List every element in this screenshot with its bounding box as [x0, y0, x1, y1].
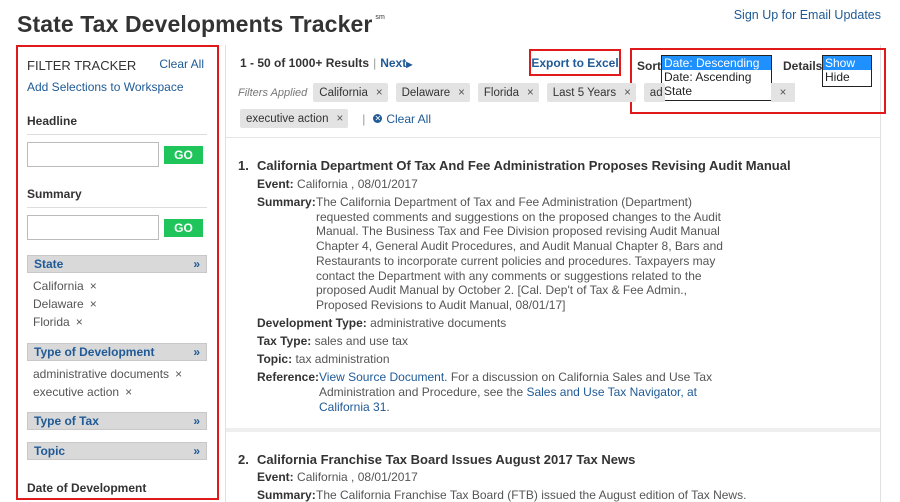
caret-right-icon: ▶ [406, 60, 413, 69]
result-title[interactable]: California Franchise Tax Board Issues Au… [257, 452, 635, 467]
filters-applied-label: Filters Applied [238, 86, 308, 99]
result-tax-type: Tax Type: sales and use tax [257, 334, 408, 348]
filter-chip: ad [643, 83, 665, 102]
remove-filter-icon[interactable]: × [771, 83, 795, 102]
sort-details-highlight: Sort Date: Descending Date: Ascending St… [630, 48, 886, 114]
result-item: 1. California Department Of Tax And Fee … [238, 158, 791, 414]
sort-option[interactable]: Date: Ascending [662, 70, 771, 84]
remove-filter-icon[interactable]: × [458, 87, 465, 99]
facet-value: administrative documents × [33, 367, 183, 381]
summary-go-button[interactable]: GO [164, 218, 203, 237]
export-to-excel-link[interactable]: Export to Excel [531, 56, 618, 70]
date-of-development-label[interactable]: Date of Development [27, 481, 207, 495]
filter-chip: executive action × [240, 109, 349, 128]
headline-label: Headline [27, 114, 207, 135]
results-count: 1 - 50 of 1000+ Results [240, 56, 370, 70]
facet-value: California × [33, 279, 97, 293]
sort-option[interactable]: Date: Descending [662, 56, 771, 70]
result-number: 2. [238, 452, 249, 467]
facet-value: executive action × [33, 385, 133, 399]
next-page-link[interactable]: Next▶ [380, 56, 412, 70]
results-panel: 1 - 50 of 1000+ Results | Next▶ Export to … [225, 45, 886, 502]
remove-icon[interactable]: × [125, 385, 132, 399]
result-event: Event: California , 08/01/2017 [257, 177, 418, 191]
remove-icon[interactable]: × [76, 315, 83, 329]
remove-icon[interactable]: × [175, 367, 182, 381]
filter-tracker-title: FILTER TRACKER [27, 58, 137, 73]
result-event: Event: California , 08/01/2017 [257, 470, 418, 484]
remove-icon[interactable]: × [90, 279, 97, 293]
result-number: 1. [238, 158, 249, 173]
summary-input[interactable] [27, 215, 159, 240]
result-item: 2. California Franchise Tax Board Issues… [238, 452, 747, 502]
facet-type-of-development[interactable]: Type of Development » [27, 343, 207, 361]
details-select[interactable]: Show Hide [822, 55, 872, 87]
facet-type-of-tax[interactable]: Type of Tax » [27, 412, 207, 430]
divider [226, 137, 880, 138]
results-pagination: 1 - 50 of 1000+ Results | Next▶ [240, 56, 413, 70]
view-source-link[interactable]: View Source Document. [319, 370, 448, 384]
clear-all-filters-link[interactable]: ✕ Clear All [373, 112, 431, 126]
page-title: State Tax Developments Tracker sm [17, 11, 385, 37]
sidebar-clear-all-link[interactable]: Clear All [159, 57, 204, 71]
applied-filters-row2: executive action × | ✕ Clear All [240, 109, 431, 128]
chevron-right-icon: » [193, 257, 200, 271]
details-option[interactable]: Show [823, 56, 871, 70]
chevron-right-icon: » [193, 444, 200, 458]
filter-chip: Last 5 Years × [546, 83, 636, 102]
filter-sidebar: FILTER TRACKER Clear All Add Selections … [16, 45, 219, 500]
facet-label: Type of Development [34, 345, 155, 359]
remove-icon[interactable]: × [90, 297, 97, 311]
close-circle-icon: ✕ [373, 114, 383, 123]
summary-label: Summary [27, 187, 207, 208]
sort-option[interactable]: State [662, 84, 771, 98]
headline-input[interactable] [27, 142, 159, 167]
sort-select[interactable]: Date: Descending Date: Ascending State [661, 55, 772, 101]
details-option[interactable]: Hide [823, 70, 871, 84]
sort-label: Sort [637, 59, 661, 73]
applied-filters: Filters Applied California × Delaware × Fl… [238, 83, 665, 102]
result-topic: Topic: tax administration [257, 352, 390, 366]
chevron-right-icon: » [193, 345, 200, 359]
filter-chip: Florida × [477, 83, 539, 102]
chevron-right-icon: » [193, 414, 200, 428]
service-mark: sm [375, 14, 385, 21]
result-title[interactable]: California Department Of Tax And Fee Adm… [257, 158, 791, 173]
facet-value: Florida × [33, 315, 83, 329]
facet-state[interactable]: State » [27, 255, 207, 273]
remove-filter-icon[interactable]: × [336, 113, 343, 125]
filter-chip: Delaware × [395, 83, 470, 102]
facet-label: Topic [34, 444, 66, 458]
result-development-type: Development Type: administrative documen… [257, 316, 507, 330]
facet-value: Delaware × [33, 297, 97, 311]
facet-label: Type of Tax [34, 414, 99, 428]
filter-chip: California × [313, 83, 388, 102]
facet-topic[interactable]: Topic » [27, 442, 207, 460]
headline-go-button[interactable]: GO [164, 145, 203, 164]
remove-filter-icon[interactable]: × [624, 87, 631, 99]
remove-filter-icon[interactable]: × [376, 87, 383, 99]
email-signup-link[interactable]: Sign Up for Email Updates [734, 8, 881, 22]
remove-filter-icon[interactable]: × [527, 87, 534, 99]
details-label: Details [783, 59, 823, 73]
divider [226, 428, 880, 432]
export-highlight: Export to Excel [529, 49, 621, 76]
facet-label: State [34, 257, 64, 271]
